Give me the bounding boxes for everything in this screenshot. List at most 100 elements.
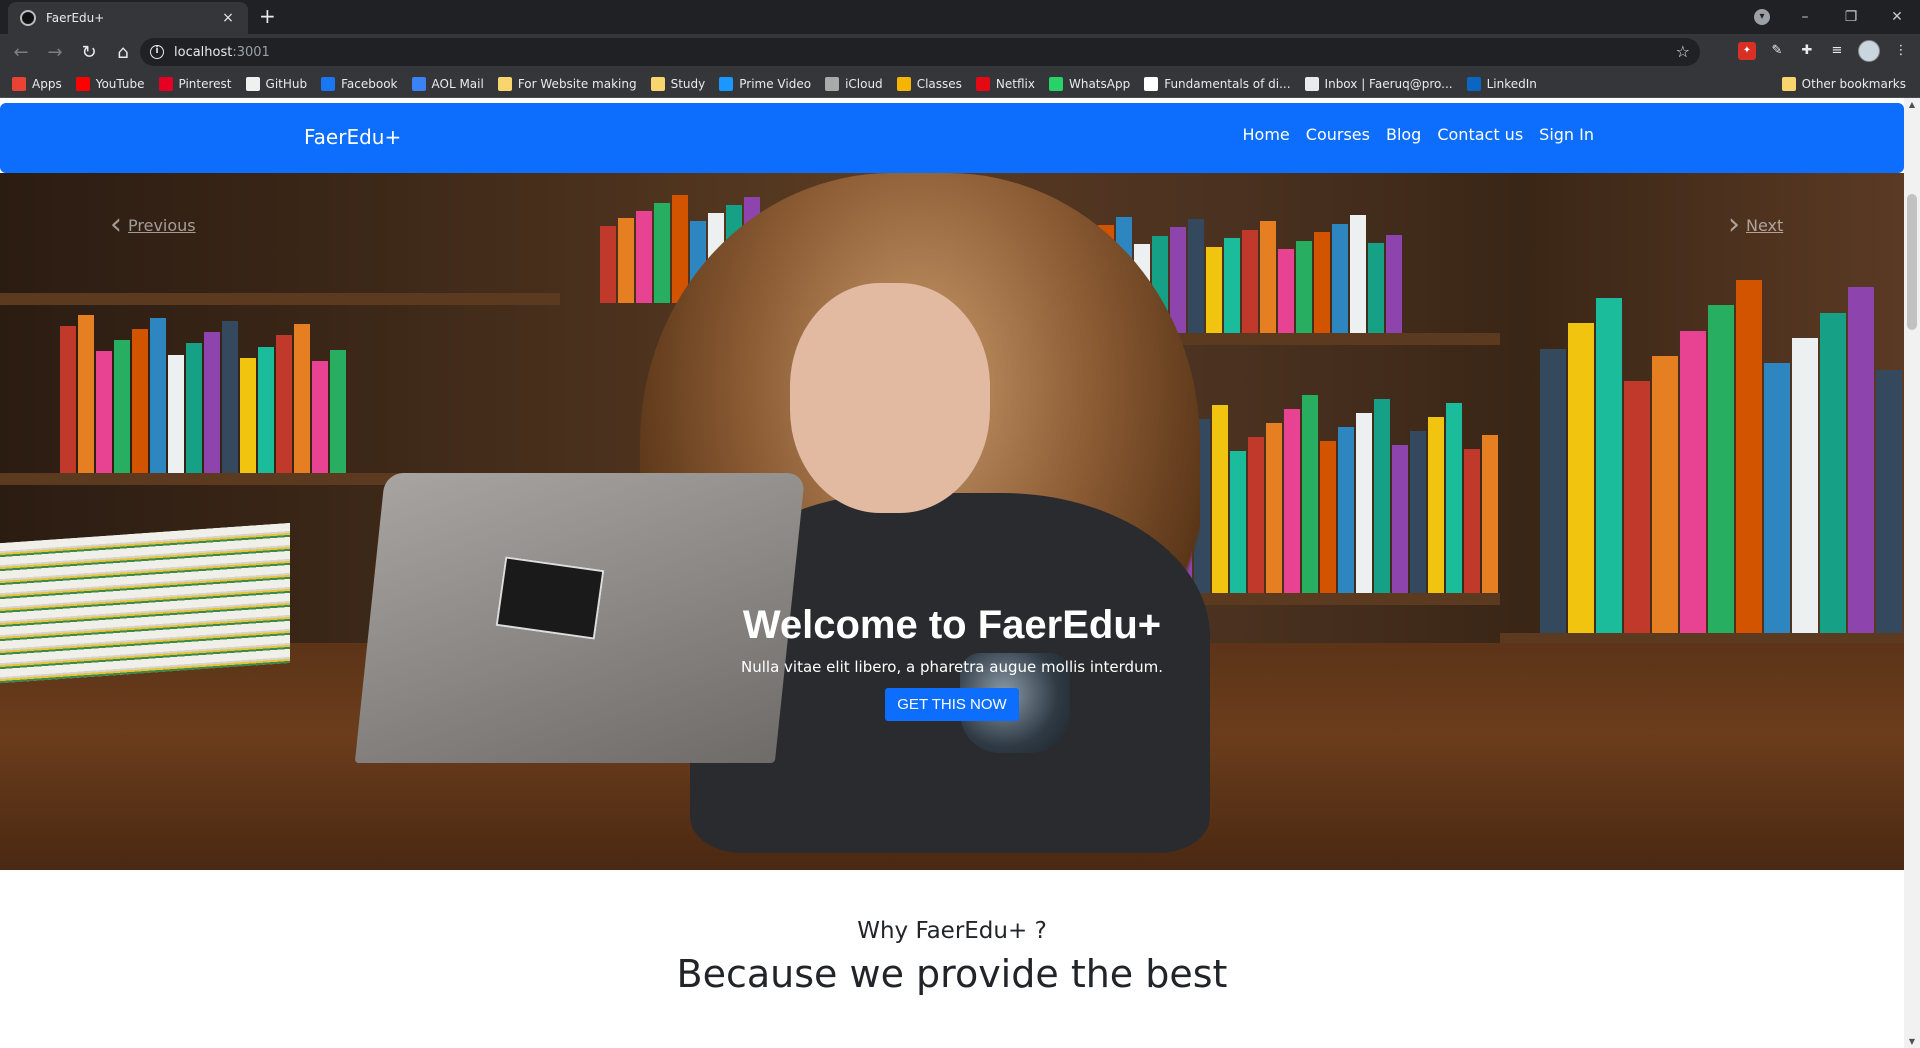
whatsapp-icon	[1048, 76, 1063, 91]
address-bar[interactable]: i localhost:3001 ☆	[140, 38, 1700, 66]
nav-link-home[interactable]: Home	[1243, 125, 1290, 144]
prime-video-icon	[719, 76, 734, 91]
bookmark-item[interactable]: Prime Video	[719, 76, 812, 91]
reload-icon[interactable]: ↻	[76, 42, 102, 63]
google-icon	[1144, 76, 1159, 91]
book-spine	[600, 226, 616, 303]
book-spine	[222, 321, 238, 473]
browser-toolbar: ← → ↻ ⌂ i localhost:3001 ☆ ✦ ✎ ✚ ≡ ⋮	[0, 34, 1920, 70]
book-spine	[276, 335, 292, 473]
bookmark-item[interactable]: LinkedIn	[1466, 76, 1537, 91]
scroll-up-arrow-icon[interactable]: ▲	[1904, 100, 1920, 109]
bookmark-item[interactable]: YouTube	[75, 76, 145, 91]
book-spine	[96, 351, 112, 473]
carousel-prev-button[interactable]: ‹ Previous	[104, 207, 196, 242]
bookmark-item[interactable]: Facebook	[321, 76, 398, 91]
scroll-down-arrow-icon[interactable]: ▼	[1904, 1037, 1920, 1046]
tab-close-icon[interactable]: ×	[220, 10, 236, 26]
extension-pen-icon[interactable]: ✎	[1768, 42, 1786, 60]
bookmark-star-icon[interactable]: ☆	[1676, 42, 1690, 61]
hero-title: Welcome to FaerEdu+	[742, 603, 1162, 647]
book-spine	[654, 202, 670, 303]
bookmark-label: LinkedIn	[1486, 76, 1537, 91]
minimize-button[interactable]: –	[1782, 9, 1828, 25]
book-spine	[1230, 451, 1246, 593]
book-spine	[1482, 435, 1498, 593]
bookmark-item[interactable]: Study	[650, 76, 706, 91]
book-spine	[1170, 227, 1186, 333]
close-window-button[interactable]: ✕	[1874, 9, 1920, 25]
book-spine	[78, 314, 94, 473]
tab-search-icon[interactable]: ▾	[1754, 9, 1770, 25]
bookmark-item[interactable]: WhatsApp	[1048, 76, 1130, 91]
book-spine	[1876, 370, 1902, 633]
page-viewport: FaerEdu+ Home Courses Blog Contact us Si…	[0, 98, 1904, 1048]
page-scrollbar[interactable]: ▲ ▼	[1904, 98, 1920, 1048]
new-tab-button[interactable]: +	[259, 6, 276, 26]
nav-link-courses[interactable]: Courses	[1306, 125, 1370, 144]
carousel-prev-label: Previous	[128, 215, 196, 235]
nav-link-contact[interactable]: Contact us	[1437, 125, 1523, 144]
book-spine	[1296, 240, 1312, 333]
bookmark-label: Study	[670, 76, 706, 91]
bookmark-label: For Website making	[517, 76, 637, 91]
book-spine	[1314, 232, 1330, 333]
bookmark-item[interactable]: Pinterest	[158, 76, 232, 91]
book-spine	[1596, 298, 1622, 633]
brand-logo[interactable]: FaerEdu+	[304, 125, 401, 149]
extension-red-icon[interactable]: ✦	[1738, 42, 1756, 60]
bookmark-item[interactable]: For Website making	[497, 76, 637, 91]
bookmark-item[interactable]: Fundamentals of di...	[1144, 76, 1291, 91]
book-spine	[1248, 437, 1264, 593]
bookmark-label: AOL Mail	[431, 76, 484, 91]
book-spine	[1188, 219, 1204, 333]
site-info-icon[interactable]: i	[150, 45, 164, 59]
book-spine	[204, 332, 220, 473]
book-spine	[114, 340, 130, 473]
profile-avatar[interactable]	[1858, 40, 1880, 62]
nav-link-blog[interactable]: Blog	[1386, 125, 1421, 144]
extensions-puzzle-icon[interactable]: ✚	[1798, 42, 1816, 60]
chevron-left-icon: ‹	[110, 207, 122, 242]
get-this-now-button[interactable]: GET THIS NOW	[885, 688, 1019, 721]
bookmark-item[interactable]: Classes	[896, 76, 962, 91]
home-icon[interactable]: ⌂	[110, 42, 136, 63]
book-spine	[1278, 249, 1294, 333]
bookmarks-bar: Apps YouTube Pinterest GitHub Facebook AOL Ma…	[0, 70, 1920, 98]
bookmark-label: Prime Video	[739, 76, 812, 91]
book-spine	[1374, 399, 1390, 593]
book-spine	[132, 329, 148, 473]
browser-tab-active[interactable]: FaerEdu+ ×	[8, 2, 248, 34]
back-arrow-icon[interactable]: ←	[8, 42, 34, 63]
bookmark-item[interactable]: Netflix	[975, 76, 1035, 91]
book-spine	[1680, 330, 1706, 633]
student-face	[790, 283, 990, 513]
scrollbar-thumb[interactable]	[1907, 194, 1917, 330]
reading-list-icon[interactable]: ≡	[1828, 42, 1846, 60]
restore-button[interactable]: ❐	[1828, 9, 1874, 25]
carousel-caption: Welcome to FaerEdu+ Nulla vitae elit lib…	[0, 603, 1904, 721]
bookmark-item[interactable]: Apps	[12, 76, 62, 91]
bookmark-item[interactable]: AOL Mail	[411, 76, 484, 91]
book-spine	[1568, 323, 1594, 633]
forward-arrow-icon[interactable]: →	[42, 42, 68, 63]
url-host: localhost	[174, 44, 233, 60]
menu-kebab-icon[interactable]: ⋮	[1892, 42, 1910, 60]
book-spine	[1266, 423, 1282, 593]
book-spine	[1764, 363, 1790, 633]
bookmark-item[interactable]: GitHub	[245, 76, 307, 91]
bookmark-item[interactable]: Inbox | Faeruq@pro...	[1304, 76, 1453, 91]
book-spine	[1368, 243, 1384, 333]
why-subtitle: Why FaerEdu+ ?	[857, 918, 1047, 944]
carousel-next-button[interactable]: › Next	[1722, 210, 1783, 240]
bookmark-label: Netflix	[995, 76, 1035, 91]
book-spine	[1386, 234, 1402, 333]
bookmark-item[interactable]: iCloud	[825, 76, 883, 91]
other-bookmarks[interactable]: Other bookmarks	[1781, 77, 1906, 91]
book-spine	[1206, 246, 1222, 333]
url-port: :3001	[232, 44, 270, 60]
other-bookmarks-label: Other bookmarks	[1801, 77, 1906, 91]
book-spine	[150, 317, 166, 473]
book-spine	[1260, 221, 1276, 333]
nav-link-signin[interactable]: Sign In	[1539, 125, 1594, 144]
